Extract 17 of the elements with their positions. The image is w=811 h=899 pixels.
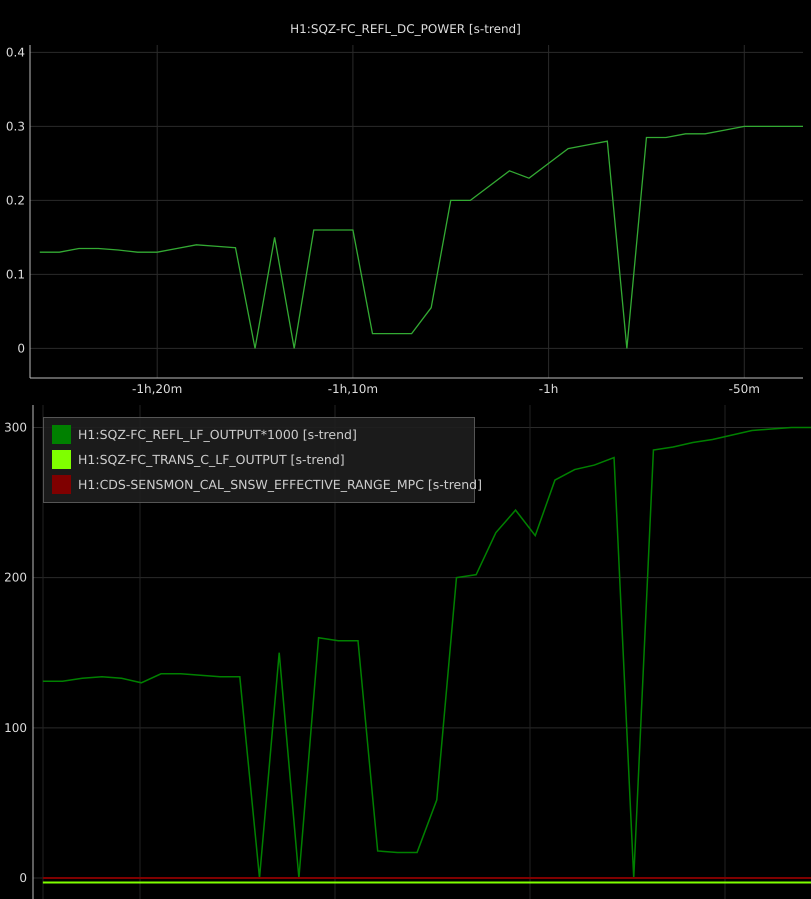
x-tick-label: -50m	[728, 382, 760, 396]
y-tick-label: 0.1	[6, 267, 25, 282]
y-tick-label: 0	[19, 870, 27, 885]
legend-label: H1:CDS-SENSMON_CAL_SNSW_EFFECTIVE_RANGE_MPC [s-trend]	[78, 477, 482, 492]
y-tick-label: 300	[4, 420, 27, 435]
y-tick-label: 0	[17, 341, 25, 356]
y-tick-label: 100	[4, 720, 27, 735]
y-tick-label: 0.2	[6, 193, 25, 208]
y-tick-label: 0.3	[6, 119, 25, 134]
y-tick-label: 200	[4, 570, 27, 585]
x-tick-label: -1h,20m	[132, 382, 182, 396]
x-tick-label: -1h	[538, 382, 558, 396]
x-tick-label: -1h,10m	[328, 382, 378, 396]
legend-label: H1:SQZ-FC_REFL_LF_OUTPUT*1000 [s-trend]	[78, 427, 357, 442]
legend-label: H1:SQZ-FC_TRANS_C_LF_OUTPUT [s-trend]	[78, 452, 345, 467]
y-tick-label: 0.4	[6, 45, 25, 60]
chart-title: H1:SQZ-FC_REFL_DC_POWER [s-trend]	[290, 22, 521, 36]
